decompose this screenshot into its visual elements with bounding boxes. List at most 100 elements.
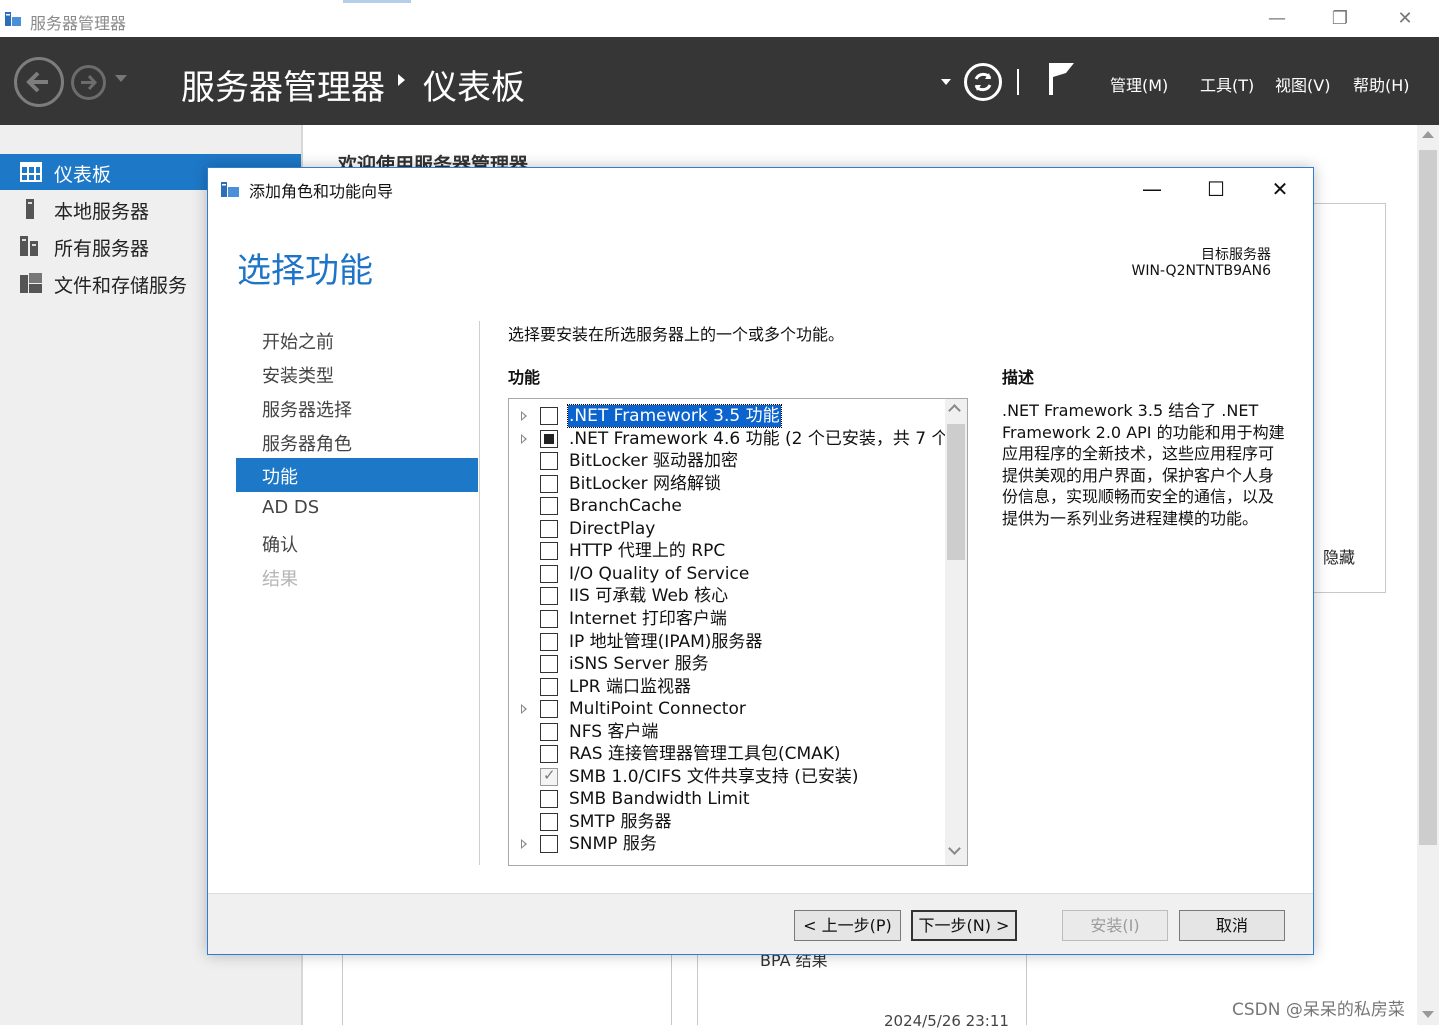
menu-tools[interactable]: 工具(T): [1200, 72, 1254, 96]
features-tree[interactable]: .NET Framework 3.5 功能 .NET Framework 4.6 …: [508, 398, 968, 866]
dialog-title: 添加角色和功能向导: [249, 182, 394, 201]
feature-checkbox[interactable]: [540, 609, 558, 628]
feature-row[interactable]: IP 地址管理(IPAM)服务器: [509, 631, 943, 653]
feature-row[interactable]: SMB Bandwidth Limit: [509, 788, 943, 810]
close-button[interactable]: ✕: [1385, 6, 1425, 32]
step-before-you-begin[interactable]: 开始之前: [236, 323, 478, 357]
minimize-button[interactable]: —: [1257, 6, 1297, 32]
feature-checkbox[interactable]: [540, 407, 558, 425]
feature-row[interactable]: IIS 可承载 Web 核心: [509, 585, 943, 607]
dialog-maximize-button[interactable]: ☐: [1195, 174, 1237, 204]
dialog-minimize-button[interactable]: —: [1131, 174, 1173, 204]
feature-row[interactable]: SNMP 服务: [509, 833, 943, 855]
feature-row[interactable]: BranchCache: [509, 495, 943, 517]
feature-checkbox[interactable]: [540, 564, 558, 583]
window-title: 服务器管理器: [30, 14, 127, 33]
scroll-thumb[interactable]: [947, 424, 965, 560]
storage-icon: [20, 273, 42, 293]
dialog-close-button[interactable]: ✕: [1259, 174, 1301, 204]
feature-row[interactable]: SMB 1.0/CIFS 文件共享支持 (已安装): [509, 766, 943, 788]
expand-arrow-icon[interactable]: [521, 433, 527, 444]
add-roles-wizard-dialog: 添加角色和功能向导 — ☐ ✕ 选择功能 目标服务器 WIN-Q2NTNTB9A…: [207, 167, 1314, 955]
feature-row[interactable]: NFS 客户端: [509, 721, 943, 743]
step-confirmation[interactable]: 确认: [236, 526, 478, 560]
feature-row[interactable]: LPR 端口监视器: [509, 676, 943, 698]
steps-divider: [479, 321, 480, 865]
cancel-button[interactable]: 取消: [1179, 910, 1285, 941]
feature-checkbox[interactable]: [540, 542, 558, 561]
previous-button[interactable]: < 上一步(P): [794, 910, 901, 941]
feature-checkbox[interactable]: [540, 812, 558, 831]
feature-label: I/O Quality of Service: [569, 563, 750, 584]
feature-row[interactable]: .NET Framework 3.5 功能: [509, 404, 943, 428]
instruction-text: 选择要安装在所选服务器上的一个或多个功能。: [508, 325, 845, 344]
feature-checkbox[interactable]: [540, 677, 558, 696]
feature-checkbox[interactable]: [540, 700, 558, 719]
feature-row[interactable]: I/O Quality of Service: [509, 563, 943, 585]
expand-arrow-icon[interactable]: [521, 411, 527, 421]
restore-button[interactable]: ❐: [1320, 6, 1360, 32]
step-ad-ds[interactable]: AD DS: [236, 492, 478, 526]
expand-arrow-icon[interactable]: [521, 704, 527, 715]
feature-row[interactable]: BitLocker 驱动器加密: [509, 450, 943, 472]
step-server-roles[interactable]: 服务器角色: [236, 425, 478, 459]
notifications-flag-icon[interactable]: [1046, 61, 1076, 97]
hide-link[interactable]: 隐藏: [1323, 544, 1355, 568]
feature-checkbox[interactable]: [540, 474, 558, 493]
feature-checkbox[interactable]: [540, 632, 558, 651]
step-label: 功能: [262, 467, 298, 488]
scroll-down-icon[interactable]: [1422, 1011, 1434, 1018]
feature-checkbox[interactable]: [540, 722, 558, 741]
feature-row[interactable]: DirectPlay: [509, 518, 943, 540]
back-button[interactable]: [14, 57, 64, 107]
feature-checkbox[interactable]: [540, 745, 558, 764]
servers-icon: [20, 236, 38, 256]
next-button[interactable]: 下一步(N) >: [911, 910, 1017, 941]
feature-row[interactable]: SMTP 服务器: [509, 811, 943, 833]
breadcrumb-root[interactable]: 服务器管理器: [181, 60, 385, 109]
feature-row[interactable]: BitLocker 网络解锁: [509, 473, 943, 495]
feature-row[interactable]: .NET Framework 4.6 功能 (2 个已安装，共 7 个): [509, 428, 955, 450]
feature-label: RAS 连接管理器管理工具包(CMAK): [569, 744, 841, 765]
feature-label: BitLocker 网络解锁: [569, 473, 722, 494]
nav-item-label: 本地服务器: [54, 201, 150, 223]
scroll-up-icon[interactable]: [948, 404, 961, 417]
feature-row[interactable]: iSNS Server 服务: [509, 653, 943, 675]
features-scrollbar[interactable]: [945, 399, 967, 865]
server-manager-app-icon: [5, 12, 21, 26]
history-dropdown-icon[interactable]: [115, 75, 127, 82]
tile-timestamp: 2024/5/26 23:11: [884, 1012, 1009, 1030]
feature-label: IP 地址管理(IPAM)服务器: [569, 631, 763, 652]
scroll-down-icon[interactable]: [948, 842, 961, 855]
dashboard-icon: [20, 162, 42, 182]
refresh-icon: [974, 72, 992, 92]
wizard-app-icon: [221, 182, 239, 197]
feature-row[interactable]: RAS 连接管理器管理工具包(CMAK): [509, 743, 943, 765]
header-dropdown-icon[interactable]: [941, 79, 951, 85]
scroll-up-icon[interactable]: [1422, 131, 1434, 138]
feature-checkbox[interactable]: [540, 587, 558, 606]
menu-manage[interactable]: 管理(M): [1110, 72, 1168, 96]
forward-button[interactable]: [71, 65, 106, 100]
feature-checkbox[interactable]: [540, 790, 558, 809]
feature-label: .NET Framework 3.5 功能: [567, 404, 782, 428]
expand-arrow-icon[interactable]: [521, 839, 527, 850]
feature-checkbox[interactable]: [540, 429, 558, 448]
feature-checkbox[interactable]: [540, 497, 558, 516]
feature-row[interactable]: MultiPoint Connector: [509, 698, 943, 720]
menu-help[interactable]: 帮助(H): [1353, 72, 1410, 96]
feature-checkbox[interactable]: [540, 655, 558, 674]
main-scrollbar[interactable]: [1417, 125, 1439, 1025]
feature-checkbox[interactable]: [540, 519, 558, 538]
step-server-selection[interactable]: 服务器选择: [236, 391, 478, 425]
feature-checkbox[interactable]: [540, 835, 558, 854]
step-install-type[interactable]: 安装类型: [236, 357, 478, 391]
step-results: 结果: [236, 560, 478, 594]
refresh-button[interactable]: [964, 63, 1002, 101]
feature-row[interactable]: HTTP 代理上的 RPC: [509, 540, 943, 562]
menu-view[interactable]: 视图(V): [1275, 72, 1330, 96]
feature-checkbox[interactable]: [540, 452, 558, 471]
step-features[interactable]: 功能: [236, 458, 478, 492]
feature-row[interactable]: Internet 打印客户端: [509, 608, 943, 630]
scroll-thumb[interactable]: [1419, 150, 1437, 845]
